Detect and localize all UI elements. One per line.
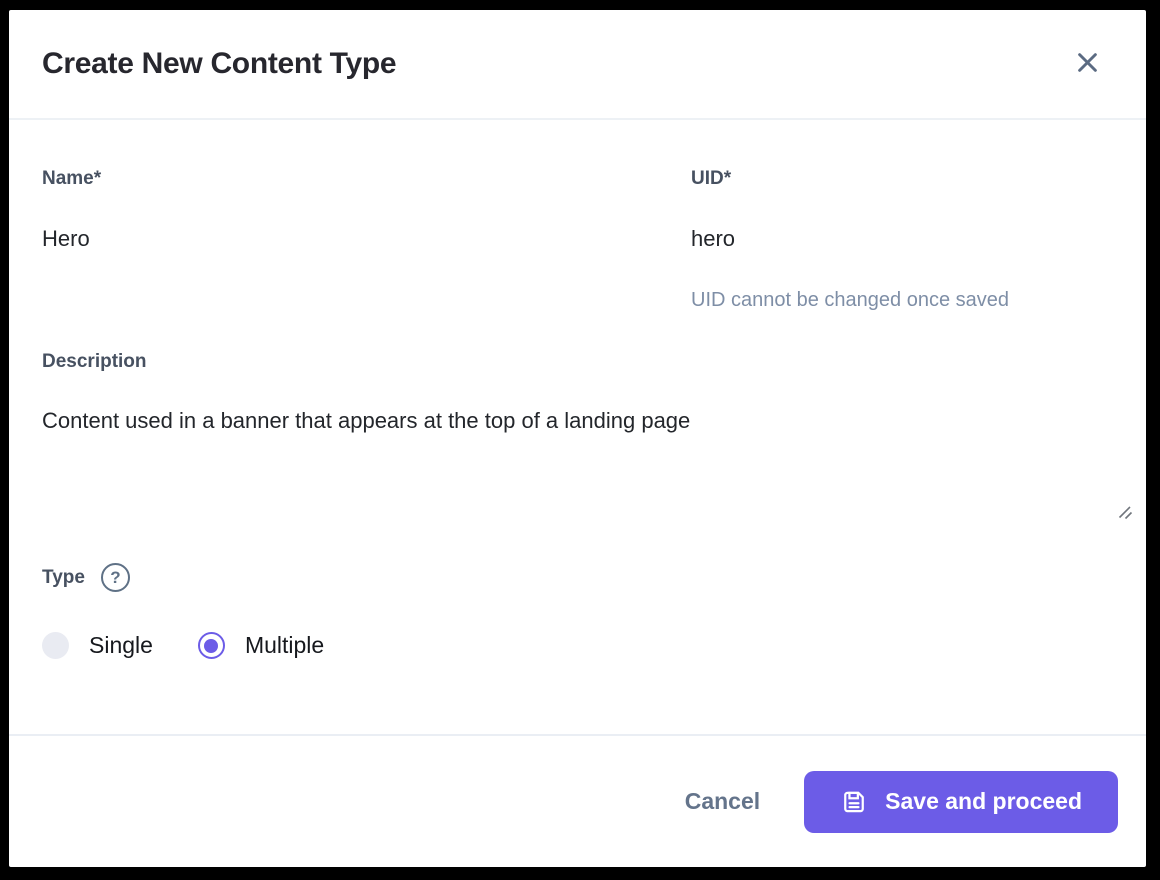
uid-field-group: UID* UID cannot be changed once saved	[691, 168, 1118, 312]
save-and-proceed-button[interactable]: Save and proceed	[804, 771, 1118, 833]
description-label: Description	[42, 351, 1118, 373]
type-label: Type	[42, 567, 85, 589]
save-floppy-icon	[840, 788, 868, 816]
modal-title: Create New Content Type	[42, 47, 396, 81]
type-radio-group: Single Multiple	[42, 632, 1118, 659]
save-button-label: Save and proceed	[885, 788, 1082, 815]
radio-option-single[interactable]: Single	[42, 632, 153, 659]
description-field-group: Description Content used in a banner tha…	[42, 351, 1118, 523]
modal-footer: Cancel Save and proceed	[9, 734, 1146, 867]
name-field-group: Name*	[42, 168, 642, 312]
help-icon[interactable]: ?	[101, 563, 130, 592]
radio-option-label: Single	[89, 632, 153, 659]
radio-option-multiple[interactable]: Multiple	[198, 632, 324, 659]
resize-handle-icon[interactable]	[1116, 503, 1134, 521]
uid-label: UID*	[691, 168, 1118, 190]
modal-header: Create New Content Type	[9, 10, 1146, 120]
type-field-group: Type ? Single Multiple	[42, 563, 1118, 659]
radio-circle-icon	[42, 632, 69, 659]
description-textarea[interactable]: Content used in a banner that appears at…	[42, 407, 1118, 523]
uid-hint: UID cannot be changed once saved	[691, 289, 1118, 312]
modal-body: Name* UID* UID cannot be changed once sa…	[9, 120, 1146, 734]
close-button[interactable]	[1070, 47, 1104, 81]
close-icon	[1074, 49, 1101, 79]
name-uid-row: Name* UID* UID cannot be changed once sa…	[42, 168, 1118, 312]
uid-input[interactable]	[691, 226, 1118, 252]
radio-circle-icon	[198, 632, 225, 659]
name-input[interactable]	[42, 226, 642, 252]
name-label: Name*	[42, 168, 642, 190]
description-textarea-wrap: Content used in a banner that appears at…	[42, 407, 1118, 523]
radio-option-label: Multiple	[245, 632, 324, 659]
cancel-button[interactable]: Cancel	[685, 788, 760, 815]
create-content-type-modal: Create New Content Type Name* UID* UID c…	[9, 10, 1146, 867]
